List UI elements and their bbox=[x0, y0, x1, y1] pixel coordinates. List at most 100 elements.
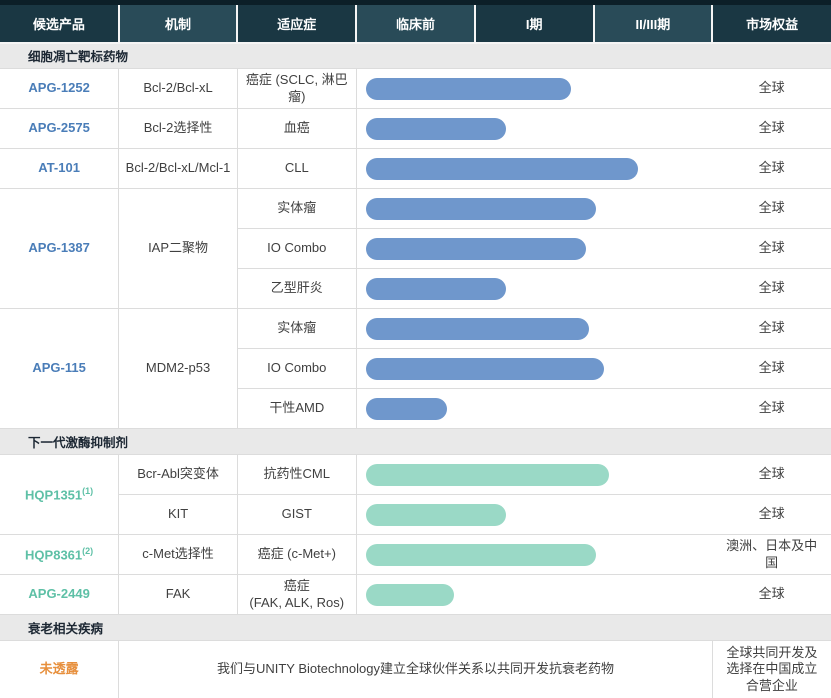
market-rights-cell: 全球 bbox=[712, 109, 831, 149]
section-title: 下一代激酶抑制剂 bbox=[0, 429, 831, 455]
phase-progress-cell bbox=[356, 535, 712, 575]
market-rights-cell: 全球 bbox=[712, 495, 831, 535]
product-name: APG-2449 bbox=[0, 575, 119, 615]
market-rights-cell: 全球 bbox=[712, 455, 831, 495]
table-body: 细胞凋亡靶标药物APG-1252Bcl-2/Bcl-xL癌症 (SCLC, 淋巴… bbox=[0, 43, 831, 698]
pipeline-row: HQP1351(1)Bcr-Abl突变体抗药性CML全球 bbox=[0, 455, 831, 495]
phase-progress-cell bbox=[356, 309, 712, 349]
phase-progress-cell bbox=[356, 389, 712, 429]
phase-progress-cell bbox=[356, 229, 712, 269]
indication-cell: IO Combo bbox=[237, 349, 356, 389]
product-name: APG-1387 bbox=[0, 189, 119, 309]
product-name: HQP1351(1) bbox=[0, 455, 119, 535]
market-rights-cell: 全球共同开发及选择在中国成立合营企业 bbox=[712, 641, 831, 698]
indication-cell: 干性AMD bbox=[237, 389, 356, 429]
section-title: 衰老相关疾病 bbox=[0, 615, 831, 641]
phase-progress-cell bbox=[356, 149, 712, 189]
product-name: HQP8361(2) bbox=[0, 535, 119, 575]
indication-cell: 血癌 bbox=[237, 109, 356, 149]
indication-cell: IO Combo bbox=[237, 229, 356, 269]
pipeline-chart: 候选产品机制适应症临床前I期II/III期市场权益 细胞凋亡靶标药物APG-12… bbox=[0, 0, 831, 698]
column-header: II/III期 bbox=[594, 3, 713, 43]
pipeline-table: 候选产品机制适应症临床前I期II/III期市场权益 细胞凋亡靶标药物APG-12… bbox=[0, 0, 831, 698]
mechanism-cell: Bcl-2选择性 bbox=[119, 109, 238, 149]
pipeline-row: APG-1252Bcl-2/Bcl-xL癌症 (SCLC, 淋巴瘤) 全球 bbox=[0, 69, 831, 109]
product-name: 未透露 bbox=[0, 641, 119, 698]
phase-progress-bar bbox=[366, 198, 596, 220]
indication-cell: CLL bbox=[237, 149, 356, 189]
indication-cell: 乙型肝炎 bbox=[237, 269, 356, 309]
mechanism-cell: Bcl-2/Bcl-xL bbox=[119, 69, 238, 109]
indication-cell: 实体瘤 bbox=[237, 189, 356, 229]
product-name: APG-115 bbox=[0, 309, 119, 429]
mechanism-cell: c-Met选择性 bbox=[119, 535, 238, 575]
phase-progress-cell bbox=[356, 495, 712, 535]
pipeline-row: APG-2575Bcl-2选择性血癌 全球 bbox=[0, 109, 831, 149]
section-title: 细胞凋亡靶标药物 bbox=[0, 43, 831, 69]
pipeline-row: 未透露我们与UNITY Biotechnology建立全球伙伴关系以共同开发抗衰… bbox=[0, 641, 831, 698]
market-rights-cell: 全球 bbox=[712, 349, 831, 389]
market-rights-cell: 全球 bbox=[712, 229, 831, 269]
product-name: APG-1252 bbox=[0, 69, 119, 109]
market-rights-cell: 全球 bbox=[712, 269, 831, 309]
partnership-note: 我们与UNITY Biotechnology建立全球伙伴关系以共同开发抗衰老药物 bbox=[119, 641, 713, 698]
section-row: 衰老相关疾病 bbox=[0, 615, 831, 641]
phase-progress-cell bbox=[356, 269, 712, 309]
indication-cell: 癌症 (SCLC, 淋巴瘤) bbox=[237, 69, 356, 109]
column-header: I期 bbox=[475, 3, 594, 43]
market-rights-cell: 全球 bbox=[712, 69, 831, 109]
table-header: 候选产品机制适应症临床前I期II/III期市场权益 bbox=[0, 3, 831, 43]
phase-progress-cell bbox=[356, 575, 712, 615]
column-header: 适应症 bbox=[237, 3, 356, 43]
column-header: 候选产品 bbox=[0, 3, 119, 43]
phase-progress-cell bbox=[356, 455, 712, 495]
mechanism-cell: Bcl-2/Bcl-xL/Mcl-1 bbox=[119, 149, 238, 189]
indication-cell: 抗药性CML bbox=[237, 455, 356, 495]
phase-progress-bar bbox=[366, 278, 507, 300]
mechanism-cell: MDM2-p53 bbox=[119, 309, 238, 429]
mechanism-cell: Bcr-Abl突变体 bbox=[119, 455, 238, 495]
pipeline-row: KITGIST 全球 bbox=[0, 495, 831, 535]
mechanism-cell: KIT bbox=[119, 495, 238, 535]
phase-progress-cell bbox=[356, 69, 712, 109]
column-header: 临床前 bbox=[356, 3, 475, 43]
mechanism-cell: FAK bbox=[119, 575, 238, 615]
market-rights-cell: 全球 bbox=[712, 575, 831, 615]
indication-cell: GIST bbox=[237, 495, 356, 535]
market-rights-cell: 全球 bbox=[712, 149, 831, 189]
pipeline-row: AT-101Bcl-2/Bcl-xL/Mcl-1CLL 全球 bbox=[0, 149, 831, 189]
indication-cell: 实体瘤 bbox=[237, 309, 356, 349]
pipeline-row: HQP8361(2)c-Met选择性癌症 (c-Met+) 澳洲、日本及中国 bbox=[0, 535, 831, 575]
phase-progress-cell bbox=[356, 189, 712, 229]
mechanism-cell: IAP二聚物 bbox=[119, 189, 238, 309]
phase-progress-cell bbox=[356, 109, 712, 149]
market-rights-cell: 澳洲、日本及中国 bbox=[712, 535, 831, 575]
footnote-marker: (1) bbox=[82, 486, 93, 496]
pipeline-row: APG-115MDM2-p53实体瘤全球 bbox=[0, 309, 831, 349]
market-rights-cell: 全球 bbox=[712, 309, 831, 349]
product-name: AT-101 bbox=[0, 149, 119, 189]
product-name: APG-2575 bbox=[0, 109, 119, 149]
phase-progress-bar bbox=[366, 318, 589, 340]
market-rights-cell: 全球 bbox=[712, 189, 831, 229]
phase-progress-bar bbox=[366, 504, 507, 526]
section-row: 下一代激酶抑制剂 bbox=[0, 429, 831, 455]
footnote-marker: (2) bbox=[82, 546, 93, 556]
pipeline-row: APG-2449FAK癌症 (FAK, ALK, Ros) 全球 bbox=[0, 575, 831, 615]
phase-progress-bar bbox=[366, 158, 639, 180]
indication-cell: 癌症 (FAK, ALK, Ros) bbox=[237, 575, 356, 615]
pipeline-row: APG-1387IAP二聚物实体瘤全球 bbox=[0, 189, 831, 229]
phase-progress-bar bbox=[366, 358, 605, 380]
column-header: 市场权益 bbox=[712, 3, 831, 43]
phase-progress-bar bbox=[366, 464, 610, 486]
header-row: 候选产品机制适应症临床前I期II/III期市场权益 bbox=[0, 3, 831, 43]
phase-progress-bar bbox=[366, 544, 596, 566]
phase-progress-bar bbox=[366, 584, 454, 606]
phase-progress-bar bbox=[366, 78, 572, 100]
phase-progress-bar bbox=[366, 118, 507, 140]
indication-cell: 癌症 (c-Met+) bbox=[237, 535, 356, 575]
section-row: 细胞凋亡靶标药物 bbox=[0, 43, 831, 69]
phase-progress-bar bbox=[366, 398, 447, 420]
phase-progress-cell bbox=[356, 349, 712, 389]
column-header: 机制 bbox=[119, 3, 238, 43]
